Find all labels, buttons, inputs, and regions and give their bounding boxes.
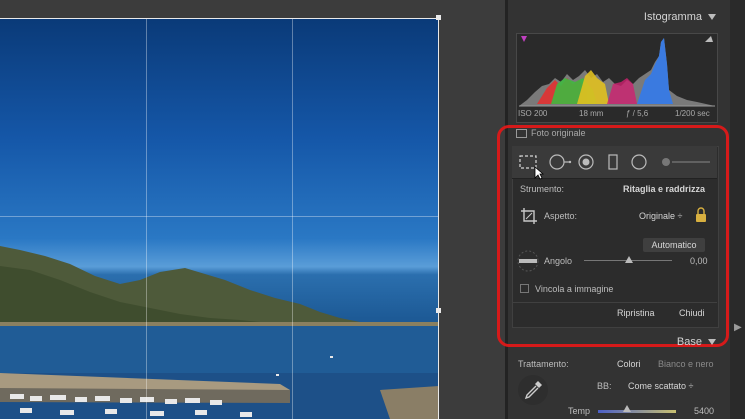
lock-icon[interactable]: [695, 207, 707, 223]
wb-select[interactable]: Come scattato ÷: [628, 381, 693, 391]
tool-label: Strumento:: [520, 184, 565, 194]
close-button[interactable]: Chiudi: [679, 308, 705, 318]
brush-slider-icon: [662, 158, 710, 166]
graduated-filter-icon: [608, 154, 618, 170]
crop-grid-line: [0, 216, 439, 217]
angle-value[interactable]: 0,00: [690, 256, 708, 266]
photo-canvas[interactable]: [0, 0, 505, 419]
crop-handle-right[interactable]: [436, 308, 441, 313]
panel-scrollbar[interactable]: [730, 0, 745, 419]
highlight-clip-icon: [705, 36, 713, 42]
angle-slider-thumb[interactable]: [625, 256, 633, 263]
color-treatment-button[interactable]: Colori: [617, 359, 641, 369]
constrain-label: Vincola a immagine: [535, 284, 614, 294]
spot-removal-icon: [549, 154, 572, 170]
auto-button[interactable]: Automatico: [643, 238, 705, 252]
radial-filter-icon: [631, 154, 647, 170]
tools-separator: [512, 302, 717, 303]
crop-grid-line: [292, 18, 293, 419]
reset-button[interactable]: Ripristina: [617, 308, 655, 318]
tool-value: Ritaglia e raddrizza: [623, 184, 706, 194]
aspect-label: Aspetto:: [544, 211, 578, 221]
temp-slider-thumb[interactable]: [623, 405, 631, 412]
histogram-aperture: ƒ / 5,6: [626, 109, 649, 118]
histogram-focal: 18 mm: [579, 109, 604, 118]
histogram-header[interactable]: Istogramma: [644, 11, 716, 23]
collapse-triangle-icon[interactable]: [708, 14, 716, 21]
base-header[interactable]: Base: [677, 336, 716, 348]
collapse-triangle-icon[interactable]: [708, 339, 716, 346]
temp-value[interactable]: 5400: [694, 406, 714, 416]
crop-handle-top-right[interactable]: [436, 15, 441, 20]
crop-grid-line: [146, 18, 147, 419]
straighten-level-icon[interactable]: [517, 250, 539, 272]
cursor-icon: [534, 166, 544, 180]
treatment-label: Trattamento:: [518, 359, 569, 369]
temp-slider-track[interactable]: [598, 410, 676, 413]
photo-image[interactable]: [0, 18, 439, 419]
scroll-right-arrow-icon[interactable]: ▶: [734, 322, 742, 333]
eyedropper-icon: [524, 381, 542, 400]
histogram-shutter: 1/200 sec: [675, 109, 710, 118]
red-eye-icon: [578, 154, 594, 170]
histogram-iso: ISO 200: [518, 109, 548, 118]
shadow-clip-icon: [521, 36, 527, 42]
original-photo-toggle[interactable]: Foto originale: [516, 128, 586, 139]
temp-label: Temp: [568, 406, 591, 416]
aspect-select[interactable]: Originale ÷: [639, 211, 682, 221]
angle-label: Angolo: [544, 256, 573, 266]
square-icon: [516, 129, 527, 139]
bw-treatment-button[interactable]: Bianco e nero: [658, 359, 714, 369]
constrain-checkbox[interactable]: [520, 284, 529, 293]
base-title: Base: [676, 336, 702, 348]
histogram-title: Istogramma: [643, 11, 702, 23]
white-balance-dropper[interactable]: [518, 375, 548, 405]
crop-aspect-icon[interactable]: [520, 207, 538, 225]
wb-label: BB:: [597, 381, 612, 391]
tool-strip: [512, 146, 717, 180]
original-photo-label: Foto originale: [531, 128, 586, 138]
